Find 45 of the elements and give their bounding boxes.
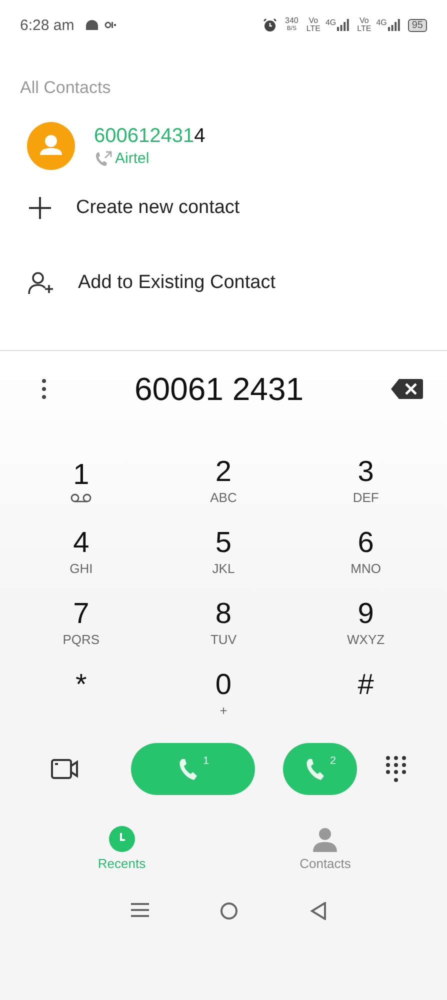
android-icon	[85, 19, 100, 31]
status-time: 6:28 am	[20, 16, 74, 34]
speed-value: 340	[285, 17, 298, 25]
outgoing-call-icon	[94, 150, 112, 166]
remaining-digits[interactable]: 4	[194, 125, 206, 147]
carrier-label: Airtel	[115, 150, 150, 167]
more-options-icon[interactable]	[41, 378, 47, 400]
action-item[interactable]: Create new contact	[0, 170, 447, 245]
dialed-number: 60061 2431	[133, 370, 305, 408]
battery-indicator: 95	[408, 18, 427, 32]
voicemail-icon	[70, 492, 92, 502]
dial-key[interactable]: 0 +	[152, 658, 295, 729]
plus-icon	[28, 196, 52, 220]
volte-label: Vo	[308, 17, 318, 25]
network-label: 4G	[325, 18, 336, 26]
video-call-icon[interactable]	[51, 758, 79, 780]
signal-icon	[388, 19, 400, 31]
dial-key[interactable]: 9 WXYZ	[294, 587, 437, 658]
lte-label: LTE	[306, 25, 320, 33]
network-label: 4G	[376, 18, 387, 26]
person-icon	[312, 826, 338, 852]
back-icon[interactable]	[310, 902, 326, 920]
dial-key[interactable]: 3 DEF	[294, 445, 437, 516]
signal-icon	[337, 19, 350, 31]
record-icon	[104, 21, 116, 29]
section-title: All Contacts	[19, 77, 112, 98]
menu-icon[interactable]	[130, 902, 149, 918]
dial-key[interactable]: 4 GHI	[10, 516, 152, 587]
dial-key[interactable]: #	[294, 658, 437, 729]
action-item[interactable]: Add to Existing Contact	[0, 245, 447, 320]
dial-key[interactable]: 7 PQRS	[10, 587, 152, 658]
dial-key[interactable]: 8 TUV	[152, 587, 295, 658]
dial-key[interactable]: 5 JKL	[152, 516, 295, 587]
add-person-icon	[28, 270, 54, 294]
alarm-icon	[263, 18, 278, 32]
dial-key[interactable]: 6 MNO	[294, 516, 437, 587]
backspace-icon[interactable]	[391, 379, 423, 399]
dial-key[interactable]: 1	[10, 445, 152, 516]
dialpad-icon[interactable]	[385, 755, 407, 783]
dial-key[interactable]: *	[10, 658, 152, 729]
lte-label: LTE	[357, 25, 372, 33]
home-icon[interactable]	[220, 902, 238, 920]
volte-label: Vo	[359, 17, 369, 25]
clock-icon	[108, 826, 135, 852]
dial-key[interactable]: 2 ABC	[152, 445, 295, 516]
